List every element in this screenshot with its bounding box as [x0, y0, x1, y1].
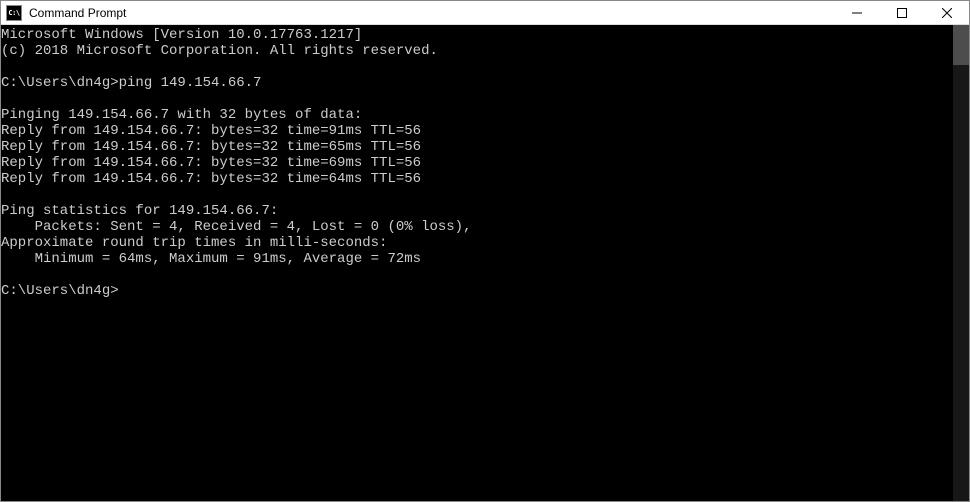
terminal-output[interactable]: Microsoft Windows [Version 10.0.17763.12… [1, 25, 953, 501]
maximize-icon [897, 8, 907, 18]
terminal-line: Ping statistics for 149.154.66.7: [1, 203, 953, 219]
terminal-line [1, 59, 953, 75]
terminal-line: (c) 2018 Microsoft Corporation. All righ… [1, 43, 953, 59]
titlebar[interactable]: C:\ Command Prompt [1, 1, 969, 25]
terminal-line: Packets: Sent = 4, Received = 4, Lost = … [1, 219, 953, 235]
minimize-icon [852, 8, 862, 18]
terminal-line: Reply from 149.154.66.7: bytes=32 time=9… [1, 123, 953, 139]
terminal-line: C:\Users\dn4g> [1, 283, 953, 299]
terminal-line: C:\Users\dn4g>ping 149.154.66.7 [1, 75, 953, 91]
terminal-line [1, 187, 953, 203]
terminal-line: Reply from 149.154.66.7: bytes=32 time=6… [1, 171, 953, 187]
terminal-line: Reply from 149.154.66.7: bytes=32 time=6… [1, 155, 953, 171]
minimize-button[interactable] [834, 1, 879, 24]
maximize-button[interactable] [879, 1, 924, 24]
command-prompt-window: C:\ Command Prompt Microsoft Windows [Ve… [0, 0, 970, 502]
terminal-line: Reply from 149.154.66.7: bytes=32 time=6… [1, 139, 953, 155]
close-icon [942, 8, 952, 18]
window-controls [834, 1, 969, 24]
terminal-line [1, 267, 953, 283]
app-icon: C:\ [6, 5, 22, 21]
terminal-line: Approximate round trip times in milli-se… [1, 235, 953, 251]
terminal-line: Microsoft Windows [Version 10.0.17763.12… [1, 27, 953, 43]
terminal-line: Minimum = 64ms, Maximum = 91ms, Average … [1, 251, 953, 267]
terminal-area: Microsoft Windows [Version 10.0.17763.12… [1, 25, 969, 501]
close-button[interactable] [924, 1, 969, 24]
app-icon-text: C:\ [8, 9, 19, 17]
terminal-line [1, 91, 953, 107]
window-title: Command Prompt [27, 6, 834, 20]
terminal-line: Pinging 149.154.66.7 with 32 bytes of da… [1, 107, 953, 123]
scrollbar-thumb[interactable] [953, 25, 969, 65]
vertical-scrollbar[interactable] [953, 25, 969, 501]
